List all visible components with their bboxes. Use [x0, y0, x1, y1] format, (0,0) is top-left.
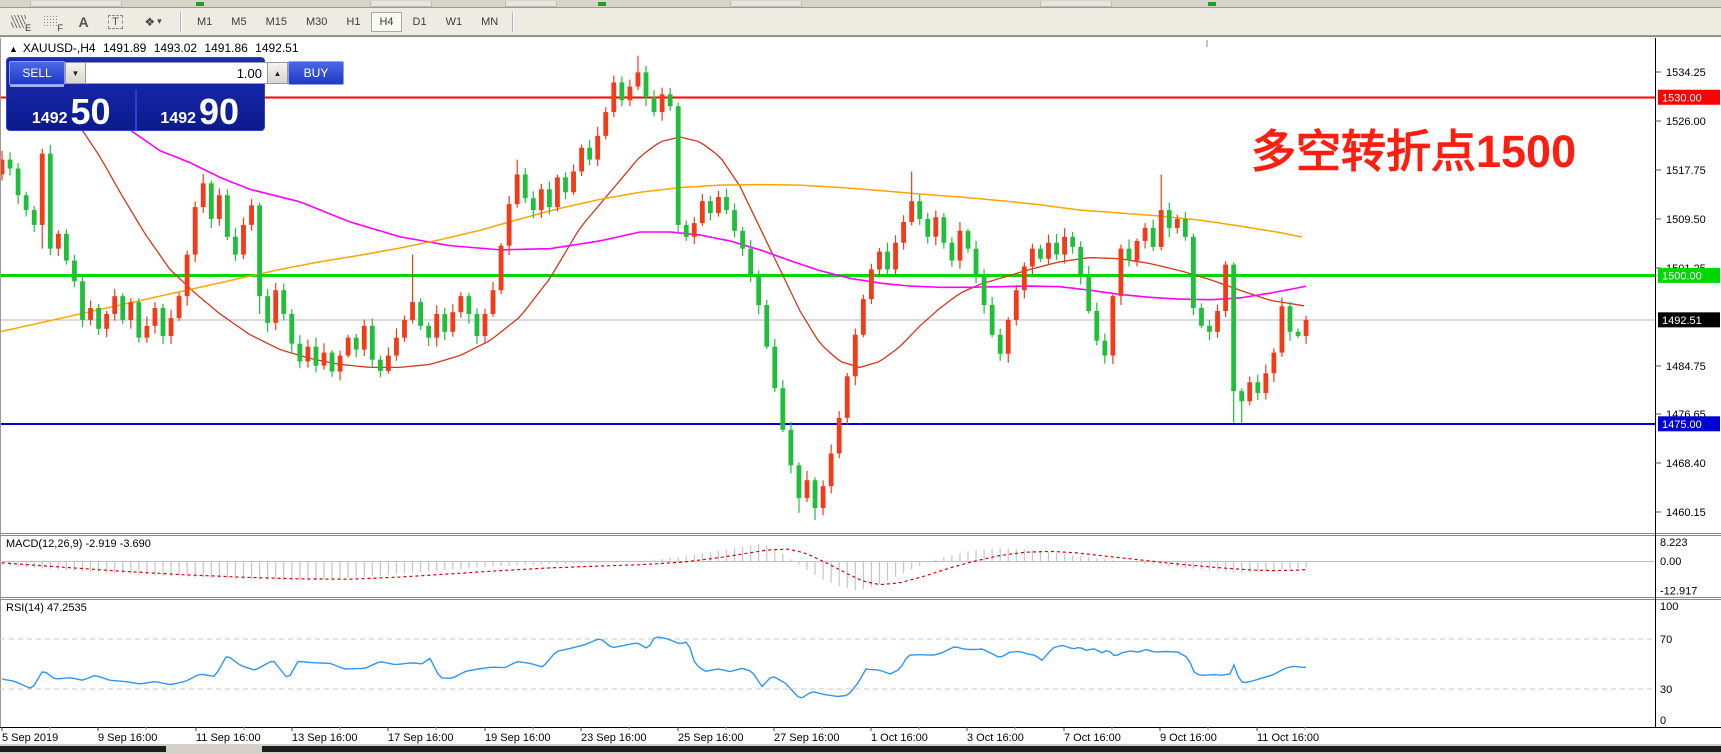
svg-text:1475.00: 1475.00: [1662, 419, 1702, 431]
buy-price-small: 1492: [160, 110, 197, 127]
toolbar-separator: [512, 11, 515, 32]
svg-text:1509.50: 1509.50: [1666, 214, 1706, 226]
buy-price-big: 90: [199, 91, 240, 132]
svg-text:9 Oct 16:00: 9 Oct 16:00: [1160, 732, 1217, 744]
svg-text:1460.15: 1460.15: [1666, 507, 1706, 519]
timeframe-button-m5[interactable]: M5: [223, 12, 254, 32]
buy-price-button[interactable]: 1492 90: [138, 88, 263, 132]
toolbar: E F A T ❖ ▾ M1 M5 M15 M30 H1 H4 D1 W1 MN: [0, 8, 1721, 36]
price-axis-surface[interactable]: [1655, 38, 1721, 727]
macd-panel-surface[interactable]: [0, 536, 1655, 597]
volume-decrease-button[interactable]: ▼: [65, 62, 86, 84]
timeframe-button-h4[interactable]: H4: [371, 11, 402, 32]
macd-indicator-label: MACD(12,26,9) -2.919 -3.690: [6, 538, 151, 550]
partial-button: [30, 1, 122, 7]
ohlc-open: 1491.89: [102, 41, 147, 55]
svg-text:1492.51: 1492.51: [1662, 315, 1702, 327]
partial-icon: [1208, 2, 1216, 6]
timeframe-button-d1[interactable]: D1: [405, 12, 435, 32]
timeframe-button-w1[interactable]: W1: [438, 12, 471, 32]
volume-increase-button[interactable]: ▲: [267, 62, 288, 84]
tool-sub-label: F: [57, 22, 63, 33]
svg-text:3 Oct 16:00: 3 Oct 16:00: [967, 732, 1024, 744]
svg-text:13 Sep 16:00: 13 Sep 16:00: [292, 732, 357, 744]
ohlc-close: 1492.51: [255, 41, 299, 55]
rsi-indicator-label: RSI(14) 47.2535: [6, 602, 87, 614]
bottom-edge-segment: [0, 746, 166, 752]
volume-input[interactable]: [86, 62, 267, 84]
buy-button[interactable]: BUY: [288, 61, 344, 85]
svg-text:1 Oct 16:00: 1 Oct 16:00: [871, 732, 928, 744]
partial-button: [730, 1, 802, 7]
text-tool-icon: A: [78, 13, 89, 30]
symbol-period-label: XAUUSD-,H4: [22, 41, 96, 55]
chevron-down-icon: ▾: [157, 16, 162, 26]
arrow-tools-button[interactable]: ❖ ▾: [134, 11, 172, 33]
ohlc-high: 1493.02: [153, 41, 198, 55]
svg-text:100: 100: [1660, 601, 1678, 613]
svg-text:9 Sep 16:00: 9 Sep 16:00: [98, 732, 157, 744]
fibonacci-fan-icon: [43, 14, 58, 27]
sell-price-big: 50: [70, 91, 111, 132]
svg-text:-12.917: -12.917: [1660, 586, 1697, 598]
svg-text:30: 30: [1660, 684, 1672, 696]
svg-text:25 Sep 16:00: 25 Sep 16:00: [678, 732, 743, 744]
mt4-window: E F A T ❖ ▾ M1 M5 M15 M30 H1 H4 D1 W1 MN…: [0, 0, 1721, 754]
text-label-tool-button[interactable]: T: [102, 11, 129, 33]
timeframe-button-m15[interactable]: M15: [258, 12, 295, 32]
partial-button: [1040, 1, 1112, 7]
svg-text:70: 70: [1660, 634, 1672, 646]
text-label-icon: T: [108, 14, 123, 29]
timeframe-button-mn[interactable]: MN: [473, 12, 506, 32]
svg-text:1484.75: 1484.75: [1666, 361, 1706, 373]
svg-text:1517.75: 1517.75: [1666, 165, 1706, 177]
sell-button[interactable]: SELL: [9, 61, 65, 85]
toolbar-separator: [180, 11, 182, 32]
svg-text:1526.00: 1526.00: [1666, 116, 1706, 128]
timeframe-button-m30[interactable]: M30: [298, 12, 335, 32]
partial-icon: [196, 2, 204, 6]
sell-price-button[interactable]: 1492 50: [9, 88, 134, 132]
svg-text:7 Oct 16:00: 7 Oct 16:00: [1064, 732, 1121, 744]
svg-text:5 Sep 2019: 5 Sep 2019: [2, 732, 58, 744]
text-tool-button[interactable]: A: [70, 11, 97, 33]
svg-text:1530.00: 1530.00: [1662, 92, 1702, 104]
svg-text:8.223: 8.223: [1660, 537, 1688, 549]
window-bottom-edge: [0, 744, 1721, 754]
sell-price-small: 1492: [31, 110, 68, 127]
svg-text:11 Sep 16:00: 11 Sep 16:00: [196, 732, 261, 744]
fibonacci-expansion-icon: [11, 14, 26, 28]
chart-annotation-text: 多空转折点1500: [1251, 126, 1577, 177]
ohlc-low: 1491.86: [204, 41, 248, 55]
partial-icon: [598, 2, 606, 6]
svg-text:1500.00: 1500.00: [1662, 270, 1702, 282]
bottom-edge-segment: [262, 746, 1721, 752]
svg-text:27 Sep 16:00: 27 Sep 16:00: [774, 732, 839, 744]
svg-text:0: 0: [1660, 715, 1666, 727]
svg-text:17 Sep 16:00: 17 Sep 16:00: [388, 732, 453, 744]
partial-button: [505, 1, 557, 7]
fibonacci-expansion-tool-button[interactable]: E: [6, 11, 33, 33]
svg-text:11 Oct 16:00: 11 Oct 16:00: [1257, 732, 1319, 744]
tool-sub-label: E: [24, 22, 31, 33]
one-click-trading-panel: SELL ▼ ▲ BUY 1492 50 1492 90: [6, 57, 344, 132]
arrow-tools-icon: ❖: [144, 14, 156, 29]
svg-text:23 Sep 16:00: 23 Sep 16:00: [581, 732, 646, 744]
price-divider: [134, 90, 137, 130]
svg-text:1468.40: 1468.40: [1666, 458, 1706, 470]
svg-text:19 Sep 16:00: 19 Sep 16:00: [485, 732, 550, 744]
svg-text:0.00: 0.00: [1660, 556, 1681, 568]
timeframe-button-m1[interactable]: M1: [189, 12, 220, 32]
timeframe-button-h1[interactable]: H1: [338, 12, 368, 32]
top-toolbar-partial: [0, 0, 1721, 8]
svg-text:1534.25: 1534.25: [1666, 67, 1706, 79]
partial-button: [370, 1, 432, 7]
rsi-panel-surface[interactable]: [0, 600, 1655, 727]
collapse-triangle-icon[interactable]: ▲: [9, 44, 18, 54]
fibonacci-fan-tool-button[interactable]: F: [38, 11, 65, 33]
chart-header: ▲ XAUUSD-,H4 1491.89 1493.02 1491.86 1492…: [9, 41, 303, 55]
